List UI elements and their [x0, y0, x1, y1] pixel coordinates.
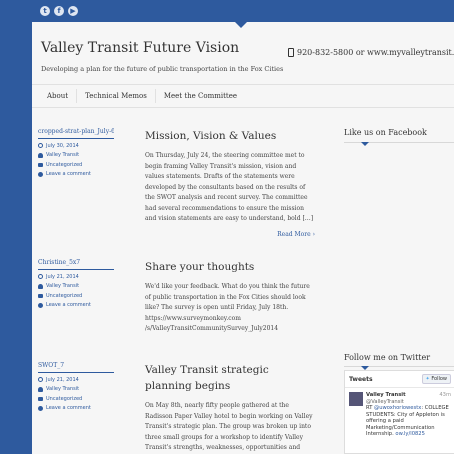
avatar[interactable]	[349, 392, 363, 406]
post-date[interactable]: July 21, 2014	[38, 377, 114, 383]
post-excerpt: On May 8th, nearly fifty people gathered…	[145, 402, 313, 451]
tweet-author-handle[interactable]: @ValleyTransit	[366, 399, 404, 405]
post-meta: Christine_5x7 July 21, 2014 Valley Trans…	[38, 259, 114, 308]
tweet-link[interactable]: ow.ly/l0825	[395, 431, 425, 437]
clock-icon	[38, 377, 43, 382]
post-title[interactable]: Share your thoughts	[145, 259, 315, 275]
site-title[interactable]: Valley Transit Future Vision	[41, 40, 239, 56]
comment-icon	[38, 405, 43, 411]
main-nav: About Technical Memos Meet the Committee	[32, 84, 454, 108]
user-icon	[38, 152, 43, 158]
comment-icon	[38, 171, 43, 177]
post-body: Mission, Vision & Values On Thursday, Ju…	[145, 128, 315, 238]
tweet-author-name[interactable]: Valley Transit	[366, 392, 406, 398]
site-description: Developing a plan for the future of publ…	[41, 65, 284, 73]
top-bar: t f ▶	[32, 0, 454, 28]
topbar-notch	[235, 22, 247, 28]
post-date[interactable]: July 21, 2014	[38, 274, 114, 280]
post-title[interactable]: Mission, Vision & Values	[145, 128, 315, 144]
twitter-timeline-header: Tweets ✦ Follow	[345, 371, 454, 388]
page: t f ▶ Valley Transit Future Vision Devel…	[32, 0, 454, 454]
folder-icon	[38, 396, 43, 401]
post-comments[interactable]: Leave a comment	[38, 171, 114, 177]
read-more-link[interactable]: Read More ›	[145, 231, 315, 238]
nav-item-about[interactable]: About	[32, 89, 78, 103]
clock-icon	[38, 274, 43, 279]
post-thumbnail-link[interactable]: SWOT_7	[38, 362, 114, 373]
twitter-widget-title: Follow me on Twitter	[344, 353, 431, 362]
post-excerpt: On Thursday, July 24, the steering commi…	[145, 152, 314, 222]
post-thumbnail-link[interactable]: cropped-strat-plan_July-6.jpg	[38, 128, 114, 139]
bird-icon: ✦	[425, 376, 430, 382]
post-meta: SWOT_7 July 21, 2014 Valley Transit Unca…	[38, 362, 114, 411]
post-body: Valley Transit strategic planning begins…	[145, 362, 315, 454]
tweet: 43m Valley Transit @ValleyTransit RT @uw…	[345, 388, 454, 442]
contact-text: 920-832-5800 or www.myvalleytransit.com	[297, 48, 454, 57]
post-thumbnail-link[interactable]: Christine_5x7	[38, 259, 114, 270]
post-author[interactable]: Valley Transit	[38, 283, 114, 289]
clock-icon	[38, 143, 43, 148]
post-date[interactable]: July 30, 2014	[38, 143, 114, 149]
facebook-widget-title: Like us on Facebook	[344, 128, 427, 137]
tweet-rt-prefix: RT	[366, 405, 375, 411]
post-category[interactable]: Uncategorized	[38, 162, 114, 168]
contact-info: 920-832-5800 or www.myvalleytransit.com	[288, 48, 454, 57]
tweet-content: 43m Valley Transit @ValleyTransit RT @uw…	[366, 392, 451, 438]
post-meta: cropped-strat-plan_July-6.jpg July 30, 2…	[38, 128, 114, 177]
tweet-mention[interactable]: @uwoxhoriowestx	[374, 405, 421, 411]
widget-notch	[361, 142, 369, 146]
folder-icon	[38, 162, 43, 167]
post-category[interactable]: Uncategorized	[38, 293, 114, 299]
post-comments[interactable]: Leave a comment	[38, 302, 114, 308]
phone-icon	[288, 48, 294, 57]
twitter-icon[interactable]: t	[40, 6, 50, 16]
tweets-heading: Tweets	[349, 375, 373, 383]
youtube-icon[interactable]: ▶	[68, 6, 78, 16]
nav-item-meet-the-committee[interactable]: Meet the Committee	[156, 89, 245, 103]
post-author[interactable]: Valley Transit	[38, 152, 114, 158]
tweet-time[interactable]: 43m	[439, 392, 451, 399]
post-excerpt: We'd like your feedback. What do you thi…	[145, 283, 310, 332]
facebook-icon[interactable]: f	[54, 6, 64, 16]
folder-icon	[38, 293, 43, 298]
nav-item-technical-memos[interactable]: Technical Memos	[77, 89, 156, 103]
user-icon	[38, 283, 43, 289]
twitter-follow-button[interactable]: ✦ Follow	[421, 374, 451, 384]
post-category[interactable]: Uncategorized	[38, 396, 114, 402]
post-body: Share your thoughts We'd like your feedb…	[145, 259, 315, 335]
twitter-timeline: Tweets ✦ Follow 43m Valley Transit @Vall…	[344, 370, 454, 454]
post-author[interactable]: Valley Transit	[38, 386, 114, 392]
post-comments[interactable]: Leave a comment	[38, 405, 114, 411]
post-title[interactable]: Valley Transit strategic planning begins	[145, 362, 315, 394]
comment-icon	[38, 302, 43, 308]
user-icon	[38, 386, 43, 392]
